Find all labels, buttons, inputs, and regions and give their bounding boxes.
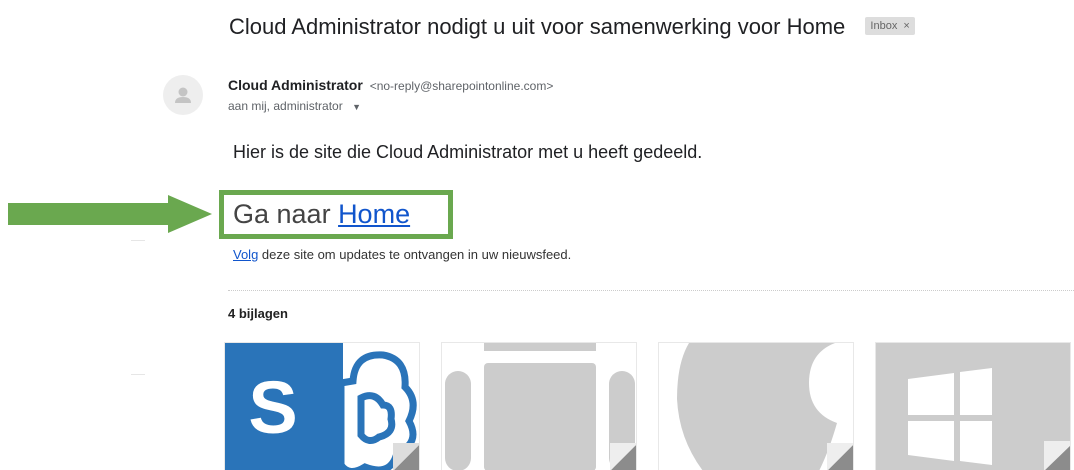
remove-label-icon[interactable]: ×	[903, 20, 909, 32]
attachments-divider	[228, 290, 1074, 291]
follow-link[interactable]: Volg	[233, 247, 258, 262]
home-link[interactable]: Home	[338, 199, 410, 229]
email-body-intro: Hier is de site die Cloud Administrator …	[233, 142, 703, 162]
attachment-thumbnail-apple[interactable]	[658, 342, 854, 470]
subject-text: Cloud Administrator nodigt u uit voor sa…	[229, 14, 846, 39]
divider-line	[131, 374, 145, 375]
sharepoint-icon: S	[225, 343, 419, 470]
inbox-label-badge[interactable]: Inbox ×	[865, 17, 915, 36]
attachments-header: 4 bijlagen	[228, 306, 288, 321]
android-icon	[445, 343, 636, 470]
recipients-text: aan mij, administrator	[228, 99, 343, 113]
attachment-thumbnail-android[interactable]	[441, 342, 637, 470]
follow-line: Volg deze site om updates te ontvangen i…	[233, 247, 571, 262]
email-subject: Cloud Administrator nodigt u uit voor sa…	[229, 14, 915, 40]
windows-icon	[876, 343, 1070, 470]
divider-line	[131, 240, 145, 241]
attachment-thumbnail-windows[interactable]	[875, 342, 1071, 470]
goto-prefix: Ga naar	[233, 199, 339, 229]
follow-text: deze site om updates te ontvangen in uw …	[258, 247, 572, 262]
recipients-toggle[interactable]: aan mij, administrator ▼	[228, 99, 361, 113]
sender-email: <no-reply@sharepointonline.com>	[369, 79, 554, 93]
person-icon	[175, 87, 191, 103]
sender-avatar[interactable]	[163, 75, 203, 115]
chevron-down-icon[interactable]: ▼	[352, 102, 361, 112]
svg-text:S: S	[248, 366, 297, 449]
attachment-thumbnail-sharepoint[interactable]: S	[224, 342, 420, 470]
green-arrow-annotation	[8, 195, 212, 233]
goto-home-line: Ga naar Home	[233, 199, 410, 229]
sender-name[interactable]: Cloud Administrator	[228, 77, 363, 93]
inbox-label-text: Inbox	[870, 20, 898, 33]
apple-icon	[677, 343, 853, 470]
sender-line: Cloud Administrator <no-reply@sharepoint…	[228, 77, 553, 93]
